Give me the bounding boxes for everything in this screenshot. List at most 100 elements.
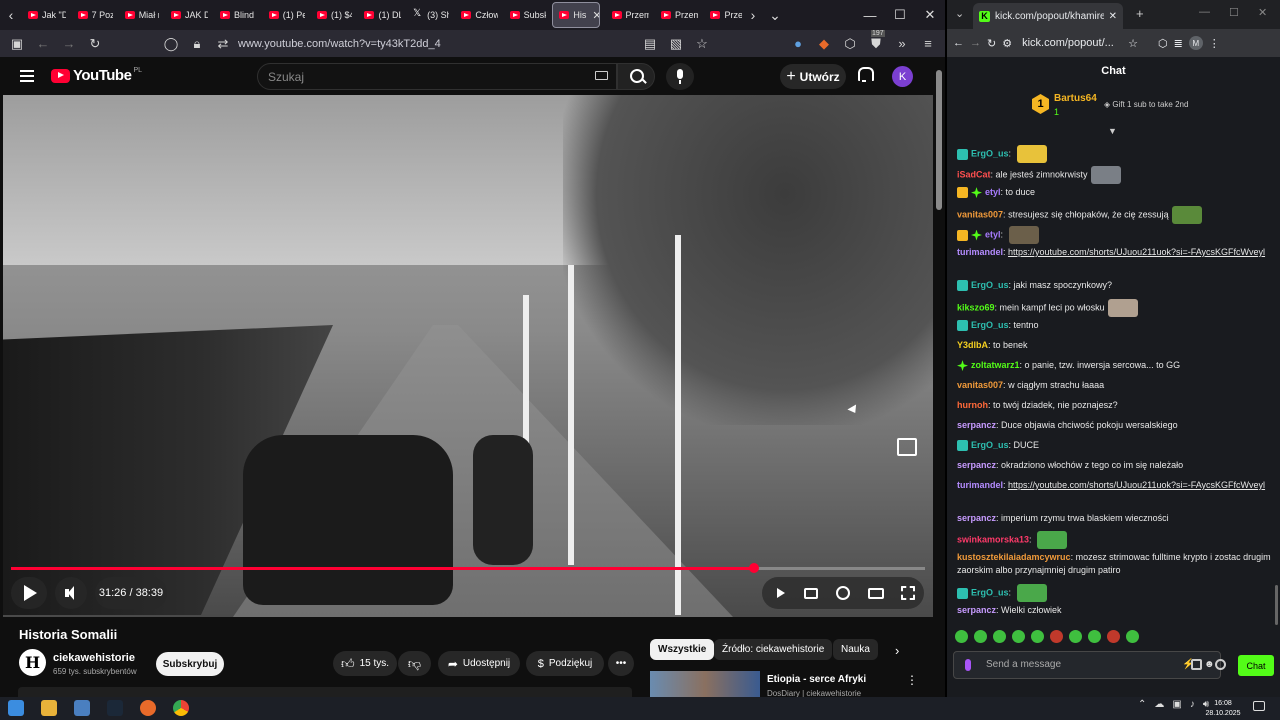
description-box[interactable] — [18, 687, 632, 697]
dislike-button[interactable]: 👎︎ — [398, 651, 431, 676]
progress-bar[interactable] — [11, 563, 925, 573]
chat-username[interactable]: ErgO_us — [971, 320, 1009, 330]
chat-message-input[interactable] — [986, 659, 1136, 670]
chrome-profile-avatar[interactable]: M — [1188, 36, 1203, 50]
channel-avatar[interactable]: H — [19, 649, 46, 676]
url-bar[interactable]: www.youtube.com/watch?v=ty43kT2dd_4 — [238, 38, 635, 50]
ublock-icon[interactable]: ⛊ 197 — [865, 29, 887, 52]
chat-username[interactable]: turimandel — [957, 247, 1003, 257]
firefox-tab[interactable]: Miał r — [119, 2, 159, 28]
firefox-tab[interactable]: 7 Poz — [72, 2, 113, 28]
quick-emote-icon[interactable] — [1088, 630, 1101, 643]
chrome-media-icon[interactable]: ≣ — [1174, 37, 1183, 50]
chat-username[interactable]: Y3dlbA — [957, 340, 988, 350]
send-chat-button[interactable]: Chat — [1238, 655, 1274, 676]
site-info-icon[interactable]: ⚙︎ — [1002, 37, 1012, 50]
chrome-minimize-icon[interactable]: — — [1199, 6, 1210, 18]
chrome-url-bar[interactable]: kick.com/popout/... — [1022, 37, 1122, 49]
sidebar-toggle-icon[interactable]: ▣ — [6, 36, 28, 52]
chat-link[interactable]: https://youtube.com/shorts/UJuou211uok?s… — [1008, 480, 1265, 490]
keyboard-icon[interactable] — [595, 71, 608, 80]
firefox-tab[interactable]: Prze — [704, 2, 742, 28]
screenshot-icon[interactable]: ▧ — [665, 36, 687, 52]
scrollbar-thumb[interactable] — [936, 70, 942, 210]
quick-emote-icon[interactable] — [974, 630, 987, 643]
volume-icon[interactable] — [55, 577, 87, 609]
search-input[interactable] — [268, 70, 568, 84]
file-explorer-icon[interactable] — [41, 700, 57, 716]
quick-emote-icon[interactable] — [955, 630, 968, 643]
taskbar-clock[interactable]: 16:08 28.10.2025 — [1201, 697, 1245, 719]
subtitles-icon[interactable] — [804, 588, 818, 599]
chat-username[interactable]: etyl — [985, 229, 1001, 239]
notifications-icon[interactable] — [1253, 701, 1265, 711]
chat-username[interactable]: hurnoh — [957, 400, 988, 410]
chrome-taskbar-icon[interactable] — [173, 700, 189, 716]
chrome-bookmark-icon[interactable]: ☆ — [1128, 37, 1138, 50]
firefox-tab[interactable]: Subsk — [504, 2, 546, 28]
shield-icon[interactable]: ◯ — [160, 36, 182, 52]
permissions-icon[interactable]: ⇄ — [212, 36, 234, 52]
firefox-tab[interactable]: Blind I — [214, 2, 257, 28]
chat-username[interactable]: serpancz — [957, 605, 996, 615]
store-icon[interactable] — [1191, 659, 1202, 670]
recommendation-thumbnail[interactable] — [650, 671, 760, 697]
chat-emote-picker-icon[interactable]: ☻ — [1204, 659, 1215, 670]
gift-sub-prompt[interactable]: ◈ Gift 1 sub to take 2nd — [1104, 100, 1188, 109]
lock-icon[interactable]: 🔒︎ — [186, 36, 208, 52]
forward-icon[interactable]: → — [58, 36, 80, 51]
chat-username[interactable]: ErgO_us — [971, 587, 1009, 597]
video-player[interactable] — [3, 95, 933, 617]
fullscreen-icon[interactable] — [901, 586, 915, 600]
theater-mode-icon[interactable] — [868, 588, 884, 599]
maximize-icon[interactable]: ☐ — [885, 7, 915, 23]
reader-view-icon[interactable]: ▤ — [639, 36, 661, 52]
create-button[interactable]: + Utwórz — [780, 64, 846, 89]
firefox-tab[interactable]: (1) DL — [358, 2, 401, 28]
menu-icon[interactable]: ≡ — [917, 36, 939, 51]
quick-emote-icon[interactable] — [1050, 630, 1063, 643]
recommendation-more-icon[interactable]: ⋮ — [906, 673, 918, 687]
steam-icon[interactable] — [107, 700, 123, 716]
chat-username[interactable]: etyl — [985, 187, 1001, 197]
chrome-back-icon[interactable]: ← — [953, 37, 964, 49]
chrome-reload-icon[interactable]: ↻ — [987, 37, 996, 50]
firefox-tab[interactable]: Przem — [606, 2, 649, 28]
more-tools-icon[interactable]: » — [891, 36, 913, 51]
quick-emote-icon[interactable] — [1069, 630, 1082, 643]
chat-username[interactable]: turimandel — [957, 480, 1003, 490]
chat-username[interactable]: serpancz — [957, 420, 996, 430]
chat-settings-gear-icon[interactable] — [1215, 659, 1226, 670]
firefox-tab[interactable]: Człow — [455, 2, 498, 28]
firefox-tab[interactable]: His ✕ — [552, 2, 600, 28]
extension-fox-icon[interactable]: ◆ — [813, 36, 835, 52]
firefox-tab[interactable]: (3) Sh — [407, 2, 449, 28]
chips-next-chevron-icon[interactable]: › — [895, 643, 899, 658]
chrome-menu-icon[interactable]: ⋮ — [1209, 37, 1220, 50]
pinned-expand-icon[interactable]: ▼ — [1108, 126, 1117, 136]
chip-source[interactable]: Źródło: ciekawehistorie — [714, 639, 833, 660]
start-windows-icon[interactable] — [8, 700, 24, 716]
reload-icon[interactable]: ↻ — [84, 36, 106, 52]
search-button[interactable] — [617, 63, 655, 90]
new-tab-icon[interactable]: + — [1136, 6, 1144, 21]
chat-username[interactable]: vanitas007 — [957, 209, 1003, 219]
tab-scroll-right-icon[interactable]: › — [742, 7, 764, 23]
tab-search-icon[interactable]: ⌄ — [955, 7, 964, 20]
close-tab-icon[interactable]: ✕ — [1109, 11, 1117, 22]
chat-username[interactable]: serpancz — [957, 460, 996, 470]
voice-search-mic-icon[interactable] — [666, 63, 694, 90]
quick-emote-icon[interactable] — [1012, 630, 1025, 643]
firefox-tab[interactable]: (1) $4 — [311, 2, 352, 28]
subscribe-button[interactable]: Subskrybuj — [156, 652, 224, 676]
chat-username[interactable]: ErgO_us — [971, 440, 1009, 450]
taskbar-app-icon[interactable] — [74, 700, 90, 716]
thanks-button[interactable]: $ Podziękuj — [526, 651, 604, 676]
page-scrollbar[interactable] — [933, 57, 945, 697]
firefox-tab[interactable]: (1) Pe — [263, 2, 305, 28]
chrome-extensions-icon[interactable]: ⬡ — [1158, 37, 1168, 50]
firefox-tab[interactable]: Przem — [655, 2, 698, 28]
extension-globe-icon[interactable]: ● — [787, 36, 809, 51]
chat-username[interactable]: serpancz — [957, 513, 996, 523]
hamburger-menu-icon[interactable] — [20, 70, 34, 82]
